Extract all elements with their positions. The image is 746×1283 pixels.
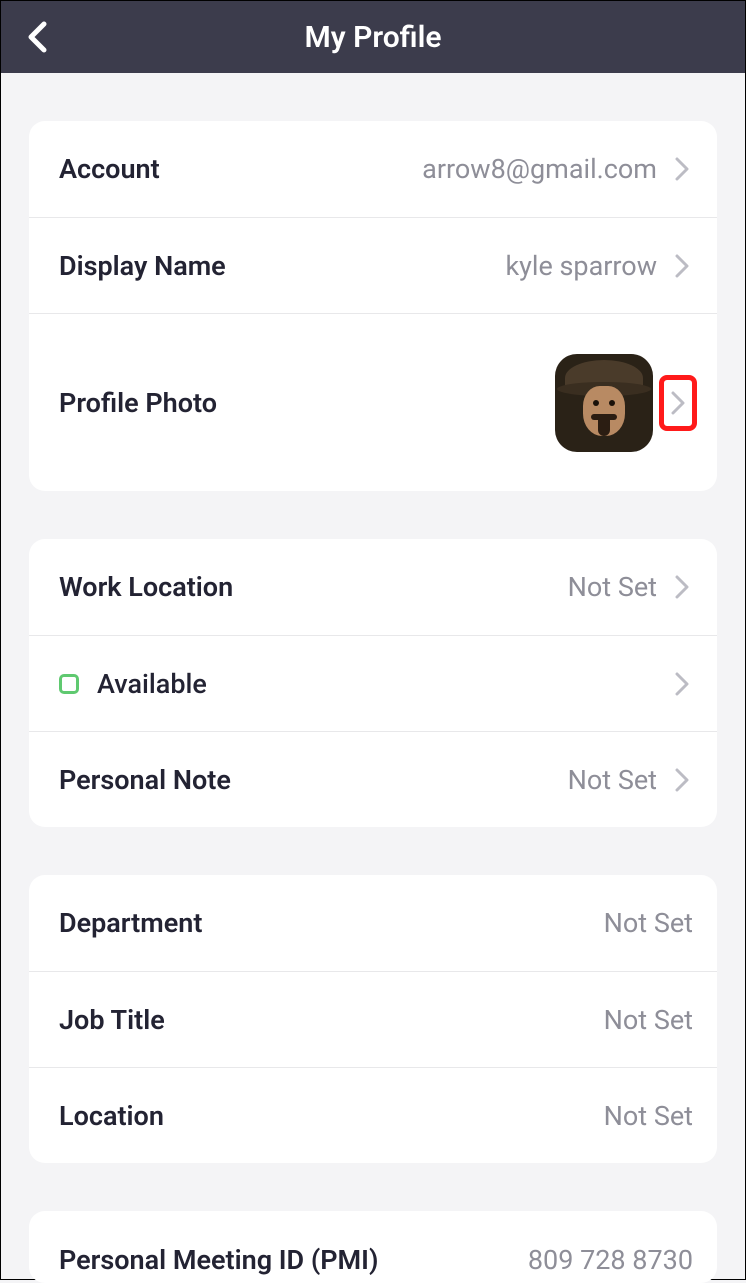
account-label: Account	[59, 153, 160, 185]
pmi-label: Personal Meeting ID (PMI)	[59, 1244, 378, 1276]
personal-note-value: Not Set	[568, 764, 667, 796]
work-info-card: Department Not Set Job Title Not Set Loc…	[29, 875, 717, 1163]
page-title: My Profile	[1, 20, 745, 55]
row-account[interactable]: Account arrow8@gmail.com	[29, 121, 717, 217]
chevron-left-icon	[26, 20, 48, 54]
pmi-value: 809 728 8730	[528, 1244, 693, 1276]
profile-photo-label: Profile Photo	[59, 387, 217, 419]
row-location[interactable]: Location Not Set	[29, 1067, 717, 1163]
department-value: Not Set	[604, 907, 693, 939]
row-department[interactable]: Department Not Set	[29, 875, 717, 971]
chevron-right-icon	[671, 769, 693, 791]
chevron-right-icon	[671, 673, 693, 695]
row-pmi[interactable]: Personal Meeting ID (PMI) 809 728 8730	[29, 1211, 717, 1283]
chevron-right-icon	[671, 158, 693, 180]
job-title-value: Not Set	[604, 1004, 693, 1036]
profile-basic-card: Account arrow8@gmail.com Display Name ky…	[29, 121, 717, 491]
back-button[interactable]	[17, 17, 57, 57]
display-name-label: Display Name	[59, 250, 226, 282]
location-value: Not Set	[604, 1100, 693, 1132]
personal-note-label: Personal Note	[59, 764, 231, 796]
chevron-right-icon	[671, 576, 693, 598]
row-status[interactable]: Available	[29, 635, 717, 731]
avatar	[555, 354, 653, 452]
job-title-label: Job Title	[59, 1004, 165, 1036]
header-bar: My Profile	[1, 1, 745, 73]
status-label: Available	[97, 668, 207, 700]
profile-photo-chevron-wrap	[663, 373, 693, 433]
status-available-icon	[59, 674, 79, 694]
row-profile-photo[interactable]: Profile Photo	[29, 313, 717, 491]
highlight-box	[659, 375, 697, 431]
chevron-right-icon	[671, 255, 693, 277]
row-job-title[interactable]: Job Title Not Set	[29, 971, 717, 1067]
row-display-name[interactable]: Display Name kyle sparrow	[29, 217, 717, 313]
display-name-value: kyle sparrow	[505, 250, 667, 282]
row-personal-note[interactable]: Personal Note Not Set	[29, 731, 717, 827]
pmi-card: Personal Meeting ID (PMI) 809 728 8730	[29, 1211, 717, 1283]
work-location-label: Work Location	[59, 571, 233, 603]
status-card: Work Location Not Set Available Personal…	[29, 539, 717, 827]
account-value: arrow8@gmail.com	[422, 153, 667, 185]
row-work-location[interactable]: Work Location Not Set	[29, 539, 717, 635]
department-label: Department	[59, 907, 202, 939]
location-label: Location	[59, 1100, 164, 1132]
work-location-value: Not Set	[568, 571, 667, 603]
content-area: Account arrow8@gmail.com Display Name ky…	[1, 73, 745, 1283]
